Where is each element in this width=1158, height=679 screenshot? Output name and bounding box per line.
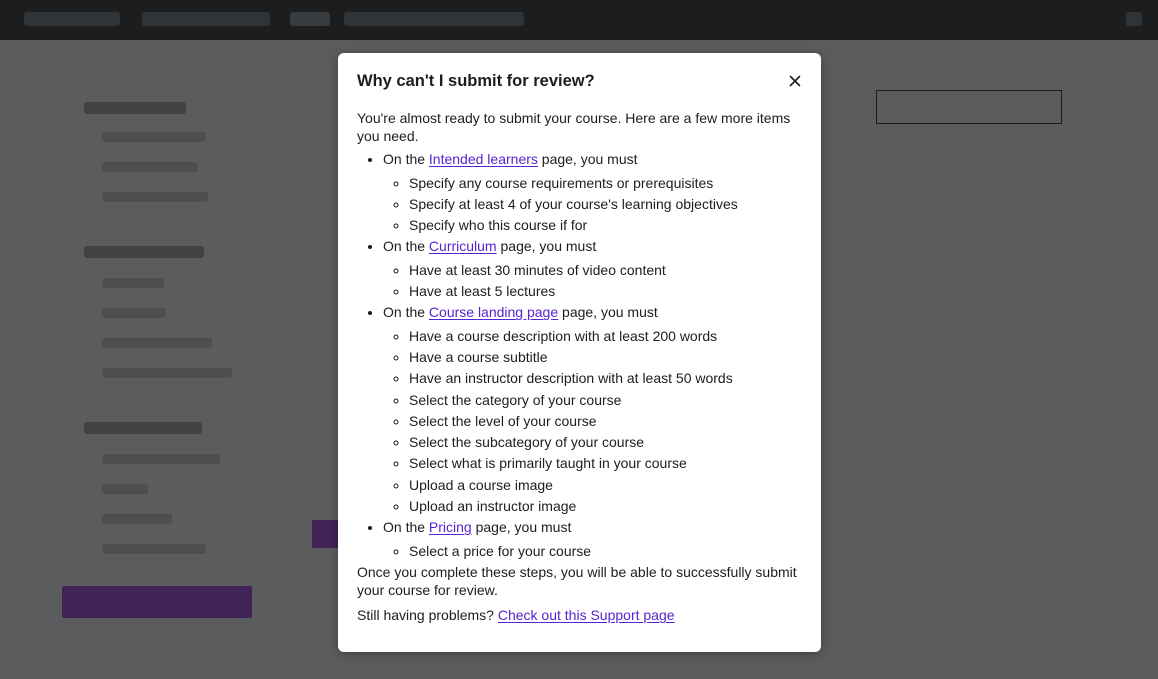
list-item: Upload an instructor image [409, 498, 802, 516]
section-prefix: On the [383, 238, 429, 255]
section-prefix: On the [383, 304, 429, 321]
list-item: Select a price for your course [409, 543, 802, 561]
list-item: Select the subcategory of your course [409, 434, 802, 452]
modal-outro: Once you complete these steps, you will … [357, 564, 797, 598]
list-item: Have a course subtitle [409, 349, 802, 367]
section-pricing: On the Pricing page, you must Select a p… [383, 519, 802, 560]
course-landing-page-link[interactable]: Course landing page [429, 304, 558, 320]
list-item: Upload a course image [409, 477, 802, 495]
modal-title: Why can't I submit for review? [357, 72, 595, 90]
section-curriculum: On the Curriculum page, you must Have at… [383, 238, 802, 300]
submit-review-modal: Why can't I submit for review? You're al… [338, 53, 821, 652]
section-suffix: page, you must [471, 519, 572, 535]
section-suffix: page, you must [537, 151, 638, 167]
list-item: Specify at least 4 of your course's lear… [409, 196, 802, 214]
close-button[interactable] [785, 71, 805, 91]
list-item: Specify who this course if for [409, 217, 802, 235]
requirements-list: On the Intended learners page, you must … [357, 151, 802, 560]
close-icon [789, 75, 801, 87]
section-course-landing-page: On the Course landing page page, you mus… [383, 304, 802, 515]
list-item: Select the category of your course [409, 392, 802, 410]
list-item: Have an instructor description with at l… [409, 370, 802, 388]
list-item: Have at least 5 lectures [409, 283, 802, 301]
support-prefix: Still having problems? [357, 607, 498, 623]
modal-intro: You're almost ready to submit your cours… [357, 110, 791, 144]
list-item: Specify any course requirements or prere… [409, 175, 802, 193]
curriculum-link[interactable]: Curriculum [429, 238, 497, 254]
section-prefix: On the [383, 151, 429, 167]
section-prefix: On the [383, 519, 429, 535]
section-suffix: page, you must [558, 304, 658, 321]
list-item: Select the level of your course [409, 413, 802, 431]
intended-learners-link[interactable]: Intended learners [429, 151, 538, 167]
list-item: Have at least 30 minutes of video conten… [409, 262, 802, 280]
list-item: Select what is primarily taught in your … [409, 455, 802, 473]
pricing-link[interactable]: Pricing [429, 519, 472, 535]
section-suffix: page, you must [496, 238, 597, 255]
support-line: Still having problems? Check out this Su… [357, 607, 802, 625]
section-intended-learners: On the Intended learners page, you must … [383, 151, 802, 235]
support-page-link[interactable]: Check out this Support page [498, 607, 675, 623]
list-item: Have a course description with at least … [409, 328, 802, 346]
